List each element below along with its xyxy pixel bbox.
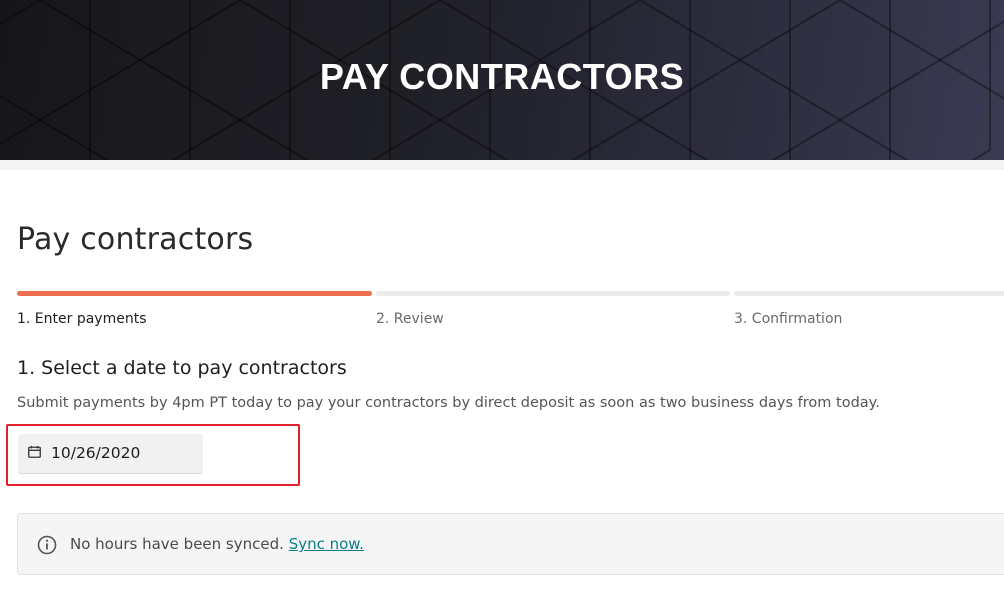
progress-segment-2: [376, 291, 730, 296]
sync-notice: No hours have been synced. Sync now.: [17, 513, 1004, 575]
page-title: Pay contractors: [17, 222, 254, 257]
calendar-icon: [28, 446, 41, 458]
section-description: Submit payments by 4pm PT today to pay y…: [17, 395, 880, 411]
step-review: 2. Review: [376, 311, 444, 327]
step-enter-payments: 1. Enter payments: [17, 311, 147, 327]
sync-notice-text: No hours have been synced.: [70, 535, 284, 553]
step-confirmation: 3. Confirmation: [734, 311, 843, 327]
payment-date-value: 10/26/2020: [51, 444, 141, 462]
header-divider: [0, 160, 1004, 170]
banner-title: PAY CONTRACTORS: [319, 56, 685, 97]
section-title: 1. Select a date to pay contractors: [17, 357, 347, 379]
step-progress-bar: [17, 291, 1004, 296]
progress-segment-3: [734, 291, 1004, 296]
payment-date-input[interactable]: 10/26/2020: [18, 434, 203, 474]
info-icon: [37, 535, 57, 555]
progress-segment-1: [17, 291, 372, 296]
sync-now-link[interactable]: Sync now.: [289, 535, 364, 553]
sync-notice-message: No hours have been synced. Sync now.: [70, 535, 364, 553]
header-banner: PAY CONTRACTORS: [0, 0, 1004, 160]
